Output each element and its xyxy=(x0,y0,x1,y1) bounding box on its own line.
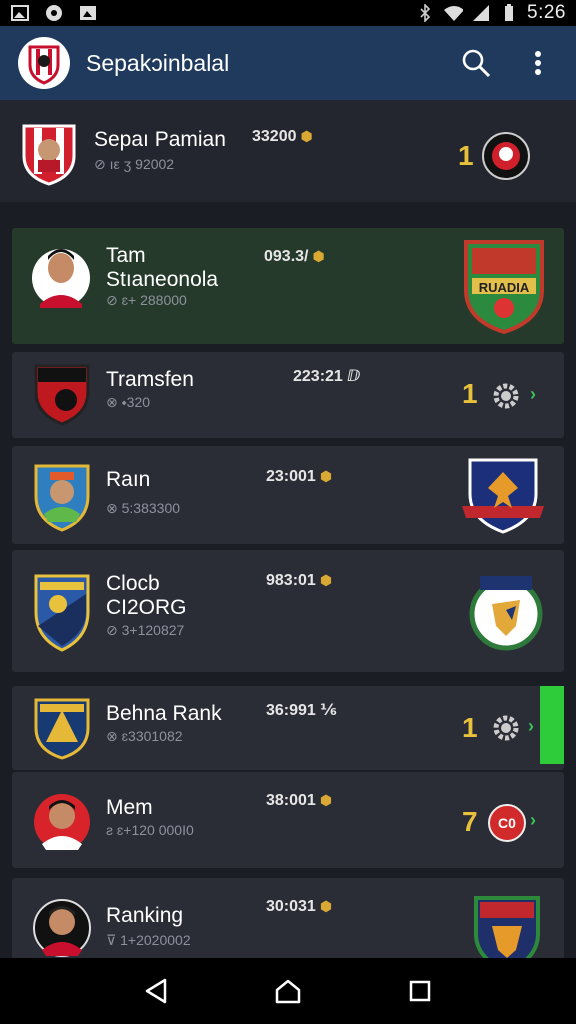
signal-icon xyxy=(471,4,491,22)
gear-icon[interactable] xyxy=(492,714,520,742)
list-item[interactable]: Ranking ⊽ 1+2020002 30:031 ⬢ xyxy=(12,878,564,958)
gear-icon[interactable] xyxy=(492,382,520,410)
green-indicator xyxy=(540,686,564,764)
coin-icon: ⬢ xyxy=(319,468,333,484)
player-avatar xyxy=(32,788,92,852)
wifi-icon xyxy=(443,4,464,22)
status-time: 5:26 xyxy=(527,2,566,23)
player-avatar xyxy=(30,238,92,318)
app-title: Sepak​ɔinbalal xyxy=(86,49,230,76)
item-score: 223:21 ⅅ xyxy=(293,368,361,385)
app-bar: Sepak​ɔinbalal xyxy=(0,26,576,100)
player-avatar xyxy=(32,894,92,958)
list-item[interactable]: Sepaı Pamian ⊘ ıε ʒ 92002 33200 ⬢ 1 xyxy=(0,100,576,202)
coin-icon: ⬢ xyxy=(319,792,333,808)
item-score: 23:001 xyxy=(266,468,316,485)
photo-icon xyxy=(78,4,98,22)
item-name: Sepaı Pamian xyxy=(94,128,226,151)
image-icon xyxy=(10,4,30,22)
player-crest-avatar xyxy=(20,122,78,186)
status-bar: 5:26 xyxy=(0,0,576,26)
item-name: Raın xyxy=(106,468,151,491)
back-icon[interactable] xyxy=(136,971,176,1011)
ranking-list: Sepaı Pamian ⊘ ıε ʒ 92002 33200 ⬢ 1 Tam S… xyxy=(0,100,576,958)
item-rank: 7 xyxy=(462,806,478,837)
tiger-crest-icon xyxy=(470,894,544,958)
list-item[interactable]: Raın ⊗ 5:383300 23:001 ⬢ xyxy=(12,446,564,544)
crest-label: RUADIA xyxy=(478,280,530,295)
item-subtitle: ⊽ 1+2020002 xyxy=(106,932,191,948)
item-score: 38:001 xyxy=(266,792,316,809)
item-score: 36:991 ⅙ xyxy=(266,702,337,719)
item-score: 30:031 xyxy=(266,898,316,915)
list-item[interactable]: Clocb CI2ORG ⊘ 3+120827 983:01 ⬢ xyxy=(12,550,564,672)
item-name: Behna Rank xyxy=(106,702,222,725)
battery-icon xyxy=(499,4,519,22)
item-subtitle: ⊘ ıε ʒ 92002 xyxy=(94,156,175,172)
wolf-crest-icon xyxy=(466,570,546,654)
item-rank: 1 xyxy=(458,140,474,171)
player-crest-avatar xyxy=(32,462,92,532)
item-name: Clocb CI2ORG xyxy=(106,572,187,619)
club-crest-avatar xyxy=(32,696,92,760)
list-item[interactable]: Tam Stıaneonola ⊘ ɛ+ 288000 093.3/⬢ RUAD… xyxy=(12,228,564,344)
system-nav-bar xyxy=(0,958,576,1024)
bluetooth-icon xyxy=(415,4,435,22)
item-rank: 1 xyxy=(462,712,478,743)
club-logo-icon[interactable] xyxy=(18,37,70,89)
list-item[interactable]: Mem ƨ ɛ+120 000I0 38:001 ⬢ 7 C0 › xyxy=(12,772,564,868)
item-subtitle: ⊗ ⬩320 xyxy=(106,394,151,410)
coin-icon: ⬢ xyxy=(300,128,313,144)
item-subtitle: ⊗ 5:383300 xyxy=(106,500,181,516)
home-icon[interactable] xyxy=(268,971,308,1011)
item-score: 983:01 xyxy=(266,572,316,589)
eagle-crest-icon xyxy=(460,456,546,536)
record-icon xyxy=(44,4,64,22)
item-name: Mem xyxy=(106,796,153,819)
club-crest-avatar xyxy=(32,572,92,652)
item-name: Tramsfen xyxy=(106,368,194,391)
ball-crest-icon xyxy=(480,130,532,182)
coin-icon: ⬢ xyxy=(312,248,325,264)
list-item[interactable]: Behna Rank ⊗ ɛ3301082 36:991 ⅙ 1 › xyxy=(12,686,564,770)
search-icon[interactable] xyxy=(460,47,492,79)
coin-icon: ⬢ xyxy=(319,572,333,588)
chevron-right-icon[interactable]: › xyxy=(530,384,536,405)
item-subtitle: ⊘ 3+120827 xyxy=(106,622,185,638)
item-subtitle: ƨ ɛ+120 000I0 xyxy=(106,822,194,838)
item-subtitle: ⊗ ɛ3301082 xyxy=(106,728,183,744)
item-score: 33200 xyxy=(252,128,297,145)
club-crest-avatar xyxy=(32,362,92,426)
recents-icon[interactable] xyxy=(400,971,440,1011)
chevron-right-icon[interactable]: › xyxy=(528,716,534,737)
item-score: 093.3/ xyxy=(264,248,309,265)
item-subtitle: ⊘ ɛ+ 288000 xyxy=(106,292,187,308)
list-item[interactable]: Tramsfen ⊗ ⬩320 223:21 ⅅ 1 › xyxy=(12,352,564,438)
more-vert-icon[interactable] xyxy=(522,47,554,79)
red-badge-icon: C0 xyxy=(488,804,526,842)
chevron-right-icon[interactable]: › xyxy=(530,810,536,831)
coin-icon: ⬢ xyxy=(319,898,333,914)
item-name: Ranking xyxy=(106,904,184,927)
item-rank: 1 xyxy=(462,378,478,409)
item-name: Tam Stıaneonola xyxy=(106,244,219,291)
